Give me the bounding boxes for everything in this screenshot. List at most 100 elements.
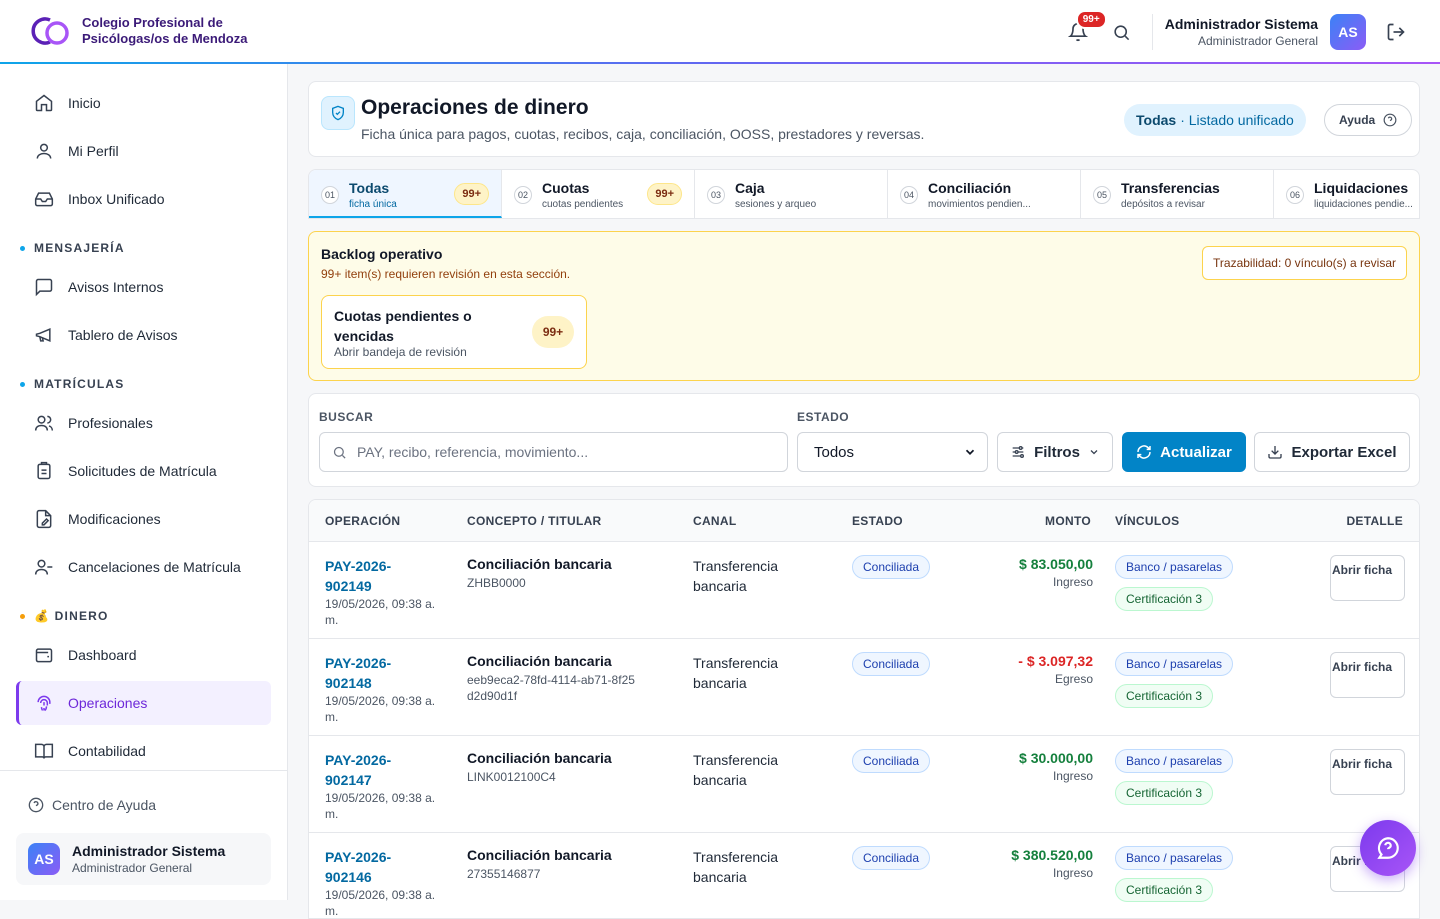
search-input[interactable] [357,444,777,460]
chevron-down-icon [1090,450,1098,455]
link-chip-cert[interactable]: Certificación 3 [1115,587,1214,611]
link-chip-cert[interactable]: Certificación 3 [1115,878,1214,902]
tab-todas[interactable]: 01 Todas ficha única 99+ [309,170,502,218]
table-row: PAY-2026-902147 19/05/2026, 09:38 a. m. … [309,736,1419,833]
user-name: Administrador Sistema [72,843,226,859]
fingerprint-icon [37,695,51,712]
operation-id-link[interactable]: PAY-2026-902149 [325,556,435,596]
sidebar-item-tablero-avisos[interactable]: Tablero de Avisos [16,313,271,357]
reference: ZHBB0000 [467,576,526,590]
traceability-badge[interactable]: Trazabilidad: 0 vínculo(s) a revisar [1202,246,1407,280]
help-circle-icon [28,797,44,813]
sidebar-item-profesionales[interactable]: Profesionales [16,401,271,445]
logout-button[interactable] [1378,14,1414,50]
sidebar-footer: Centro de Ayuda AS Administrador Sistema… [0,770,287,900]
col-estado[interactable]: ESTADO [852,514,903,528]
avatar[interactable]: AS [1330,14,1366,50]
tab-conciliacion[interactable]: 04 Conciliación movimientos pendien... [888,170,1081,218]
channel: Transferencia bancaria [693,655,779,691]
tab-transferencias[interactable]: 05 Transferencias depósitos a revisar [1081,170,1274,218]
table-row: PAY-2026-902146 19/05/2026, 09:38 a. m. … [309,833,1419,918]
sidebar-item-label: Profesionales [68,415,153,431]
col-operacion[interactable]: OPERACIÓN [325,514,400,528]
filters-button[interactable]: Filtros [997,432,1113,472]
refresh-button[interactable]: Actualizar [1122,432,1246,472]
tab-caja[interactable]: 03 Caja sesiones y arqueo [695,170,888,218]
operation-date: 19/05/2026, 09:38 a. m. [325,694,436,724]
open-record-button[interactable]: Abrir ficha [1330,555,1405,601]
estado-label: ESTADO [797,410,850,424]
col-concepto[interactable]: CONCEPTO / TITULAR [467,514,602,528]
sidebar-item-contabilidad[interactable]: Contabilidad [16,729,271,773]
search-icon [1114,24,1130,40]
help-circle-icon [1383,113,1397,127]
chat-help-icon [1377,837,1399,859]
brand-logo[interactable]: Colegio Profesional de Psicólogas/os de … [30,12,247,50]
open-record-button[interactable]: Abrir ficha [1330,749,1405,795]
link-chip-bank[interactable]: Banco / pasarelas [1115,555,1234,579]
sidebar-user-card[interactable]: AS Administrador Sistema Administrador G… [16,833,271,885]
operation-id-link[interactable]: PAY-2026-902147 [325,750,435,790]
brand-line-1: Colegio Profesional de [82,15,223,30]
inbox-icon [34,192,54,207]
link-chip-bank[interactable]: Banco / pasarelas [1115,846,1234,870]
sidebar-item-modificaciones[interactable]: Modificaciones [16,497,271,541]
link-chip-cert[interactable]: Certificación 3 [1115,684,1214,708]
open-record-button[interactable]: Abrir ficha [1330,652,1405,698]
amount-type: Egreso [1054,672,1093,686]
tab-liquidaciones[interactable]: 06 Liquidaciones liquidaciones pendie... [1274,170,1419,218]
estado-select[interactable]: Todos [797,432,988,472]
tab-number: 04 [900,186,918,204]
user-name: Administrador Sistema [1164,16,1318,32]
search-field[interactable] [319,432,788,472]
sidebar-item-dashboard[interactable]: Dashboard [16,633,271,677]
operation-date: 19/05/2026, 09:38 a. m. [325,791,436,821]
col-canal[interactable]: CANAL [693,514,737,528]
estado-select-value: Todos [814,443,855,461]
section-label: MENSAJERÍA [34,241,125,255]
scope-rest: · Listado unificado [1180,112,1294,128]
operation-id-link[interactable]: PAY-2026-902146 [325,847,435,887]
page-header: Operaciones de dinero Ficha única para p… [308,81,1420,157]
sidebar-item-avisos-internos[interactable]: Avisos Internos [16,265,271,309]
sidebar-item-inbox[interactable]: Inbox Unificado [16,177,271,221]
sidebar-item-solicitudes[interactable]: Solicitudes de Matrícula [16,449,271,493]
notifications-button[interactable]: 99+ [1060,10,1107,50]
sidebar-item-inicio[interactable]: Inicio [16,81,271,125]
sidebar-item-label: Contabilidad [68,743,146,759]
top-bar: Colegio Profesional de Psicólogas/os de … [0,0,1440,64]
section-label: MATRÍCULAS [34,377,125,391]
backlog-card-cuotas[interactable]: Cuotas pendientes o vencidas Abrir bande… [321,295,587,369]
sidebar-item-label: Cancelaciones de Matrícula [68,559,241,575]
operation-id-link[interactable]: PAY-2026-902148 [325,653,435,693]
link-chip-bank[interactable]: Banco / pasarelas [1115,652,1234,676]
link-chip-cert[interactable]: Certificación 3 [1115,781,1214,805]
link-chip-bank[interactable]: Banco / pasarelas [1115,749,1234,773]
channel: Transferencia bancaria [693,849,779,885]
logout-icon [1387,23,1405,41]
section-dinero: 💰 DINERO [20,609,109,623]
col-vinculos[interactable]: VÍNCULOS [1115,514,1179,528]
chevron-down-icon [965,449,975,455]
sidebar-item-mi-perfil[interactable]: Mi Perfil [16,129,271,173]
amount: $ 83.050,00 [1019,556,1093,572]
backlog-card-title: Cuotas pendientes o vencidas [334,308,472,344]
col-monto[interactable]: MONTO [1045,514,1091,528]
sidebar-item-cancelaciones[interactable]: Cancelaciones de Matrícula [16,545,271,589]
sidebar-item-operaciones[interactable]: Operaciones [16,681,271,725]
backlog-card-subtitle: Abrir bandeja de revisión [334,345,467,359]
help-button[interactable]: Ayuda [1324,104,1413,136]
search-button[interactable] [1104,14,1140,50]
help-center-link[interactable]: Centro de Ayuda [28,797,156,813]
sidebar-item-label: Operaciones [68,695,148,711]
status-badge: Conciliada [852,846,931,870]
support-chat-button[interactable] [1360,820,1416,876]
sidebar-item-label: Mi Perfil [68,143,119,159]
section-label: 💰 DINERO [34,609,109,623]
backlog-card-count: 99+ [532,316,574,348]
help-button-label: Ayuda [1339,113,1376,127]
export-excel-button[interactable]: Exportar Excel [1254,432,1410,472]
tab-cuotas[interactable]: 02 Cuotas cuotas pendientes 99+ [502,170,695,218]
sidebar-item-label: Modificaciones [68,511,161,527]
wallet-icon [35,648,53,663]
